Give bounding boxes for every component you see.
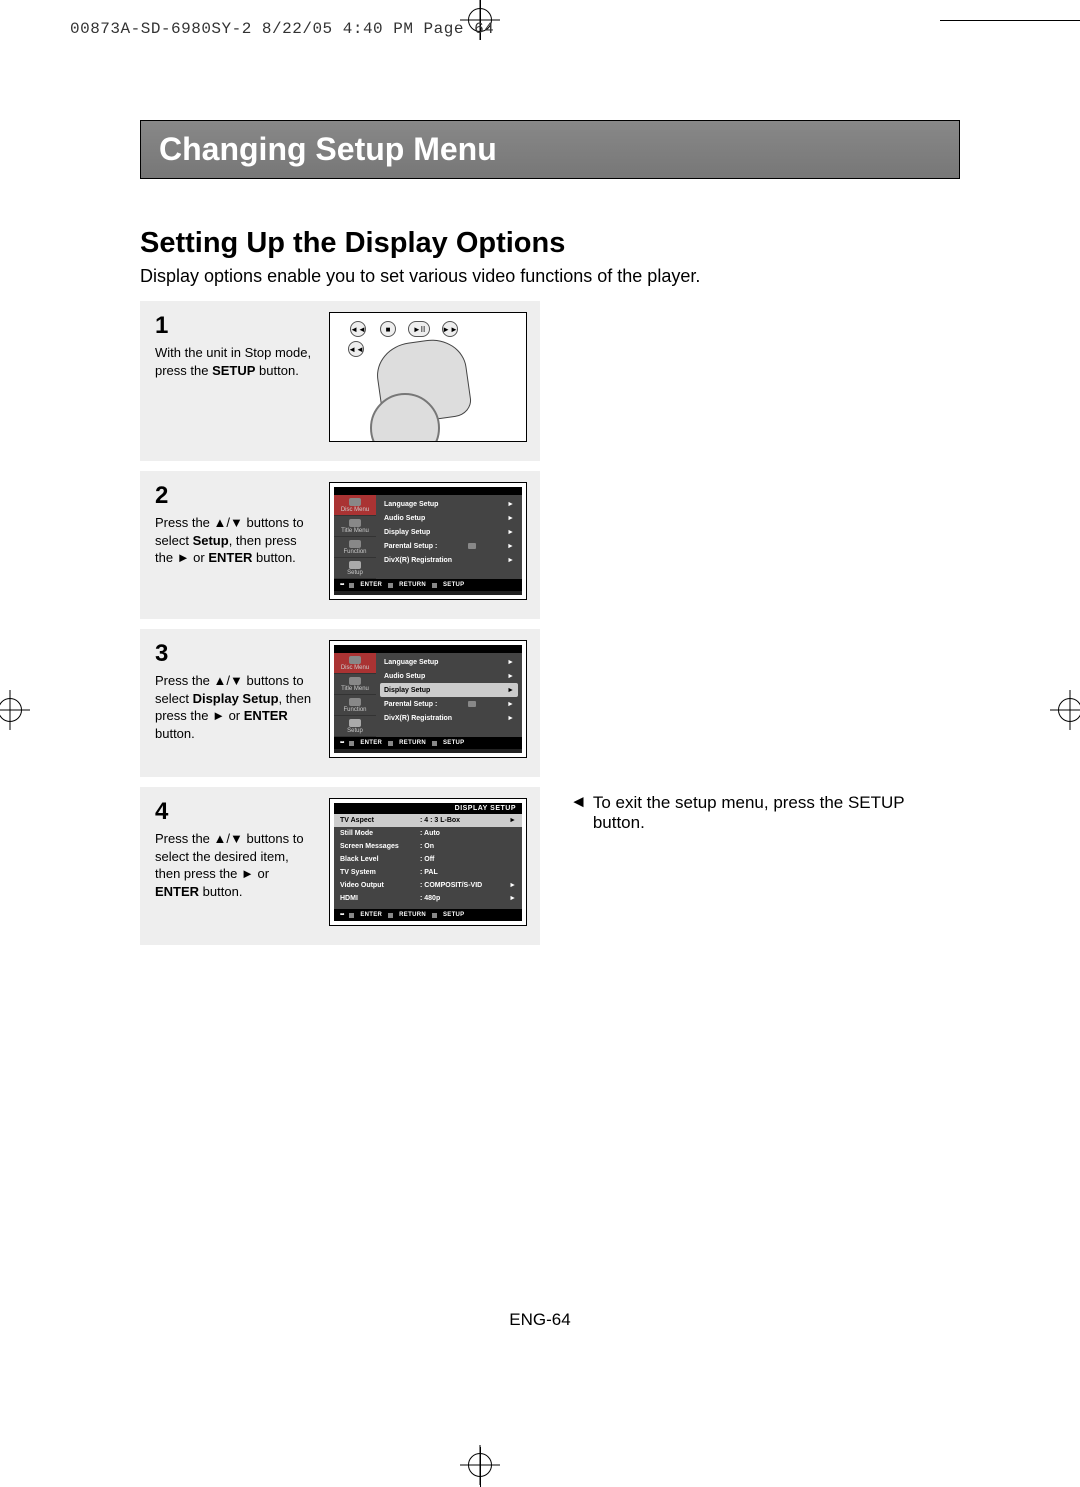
osd-side-label: Setup <box>347 728 363 734</box>
osd-foot-setup: SETUP <box>443 582 465 588</box>
page-content: Changing Setup Menu Setting Up the Displ… <box>140 120 960 955</box>
osd-foot-setup: SETUP <box>443 912 465 918</box>
osd-row-label: Parental Setup : <box>384 701 437 708</box>
padlock-icon <box>468 543 476 549</box>
osd-side-label: Function <box>343 707 366 713</box>
ds-value: : 4 : 3 L-Box <box>420 817 460 824</box>
osd-side-label: Disc Menu <box>341 665 369 671</box>
section-title: Setting Up the Display Options <box>140 227 960 260</box>
osd-foot-return: RETURN <box>399 912 426 918</box>
t: Press the <box>155 673 214 688</box>
step-1-illustration-remote: ◄◄ ■ ►II ►► ◄◄ <box>329 312 527 442</box>
step-1-text: 1 With the unit in Stop mode, press the … <box>155 312 315 442</box>
osd-foot-return: RETURN <box>399 740 426 746</box>
step-number: 2 <box>155 482 315 510</box>
padlock-icon <box>468 701 476 707</box>
osd-side-label: Disc Menu <box>341 507 369 513</box>
b: ENTER <box>244 708 288 723</box>
ds-label: Video Output <box>340 882 420 889</box>
osd-row-label: DivX(R) Registration <box>384 715 452 722</box>
osd-row-label: Parental Setup : <box>384 543 437 550</box>
osd-side-label: Setup <box>347 570 363 576</box>
exit-note: ◄ To exit the setup menu, press the SETU… <box>570 793 913 833</box>
chapter-title-bar: Changing Setup Menu <box>140 120 960 179</box>
ds-value: : PAL <box>420 869 438 876</box>
step-2-osd-screen: Disc Menu Title Menu Function Setup Lang… <box>329 482 527 600</box>
step-3-osd-screen: Disc Menu Title Menu Function Setup Lang… <box>329 640 527 758</box>
ds-label: TV Aspect <box>340 817 420 824</box>
b: Display Setup <box>193 691 279 706</box>
osd-foot-setup: SETUP <box>443 740 465 746</box>
osd-row-label: Language Setup <box>384 659 438 666</box>
chapter-title: Changing Setup Menu <box>159 131 497 167</box>
step-number: 4 <box>155 798 315 826</box>
step-4: 4 Press the ▲/▼ buttons to select the de… <box>140 787 540 945</box>
b: Setup <box>193 533 229 548</box>
ds-value: : Auto <box>420 830 440 837</box>
b: ENTER <box>208 550 252 565</box>
osd-row-label: Display Setup <box>384 687 430 694</box>
step-2-text: 2 Press the ▲/▼ buttons to select Setup,… <box>155 482 315 600</box>
ds-value: : Off <box>420 856 434 863</box>
ds-label: HDMI <box>340 895 420 902</box>
osd-side-label: Title Menu <box>341 686 369 692</box>
t: button. <box>252 550 295 565</box>
ds-label: TV System <box>340 869 420 876</box>
t: Press the <box>155 515 214 530</box>
osd-row-label: Audio Setup <box>384 515 425 522</box>
step-3-text: 3 Press the ▲/▼ buttons to select Displa… <box>155 640 315 758</box>
t: or <box>225 708 244 723</box>
osd-row-label: Language Setup <box>384 501 438 508</box>
t: button. <box>155 726 195 741</box>
t: or <box>254 866 269 881</box>
t: button. <box>199 884 242 899</box>
osd-foot-enter: ENTER <box>360 912 382 918</box>
exit-note-text: To exit the setup menu, press the SETUP … <box>593 793 913 833</box>
osd-foot-enter: ENTER <box>360 582 382 588</box>
step-number: 3 <box>155 640 315 668</box>
ds-label: Screen Messages <box>340 843 420 850</box>
t: Press the <box>155 831 214 846</box>
b: ENTER <box>155 884 199 899</box>
ds-label: Black Level <box>340 856 420 863</box>
step-4-osd-screen: DISPLAY SETUP TV Aspect: 4 : 3 L-Box► St… <box>329 798 527 926</box>
t: or <box>190 550 209 565</box>
step-1-desc-b: button. <box>255 363 298 378</box>
osd-side-label: Function <box>343 549 366 555</box>
step-number: 1 <box>155 312 315 340</box>
step-1-bold: SETUP <box>212 363 255 378</box>
step-1: 1 With the unit in Stop mode, press the … <box>140 301 540 461</box>
osd-row-label: Display Setup <box>384 529 430 536</box>
osd-side-label: Title Menu <box>341 528 369 534</box>
pointer-left-icon: ◄ <box>570 793 587 833</box>
osd-foot-enter: ENTER <box>360 740 382 746</box>
ds-value: : 480p <box>420 895 440 902</box>
step-4-text: 4 Press the ▲/▼ buttons to select the de… <box>155 798 315 926</box>
osd-row-label: Audio Setup <box>384 673 425 680</box>
page-number: ENG-64 <box>0 1310 1080 1330</box>
osd-foot-return: RETURN <box>399 582 426 588</box>
step-2: 2 Press the ▲/▼ buttons to select Setup,… <box>140 471 540 619</box>
display-setup-title: DISPLAY SETUP <box>334 803 522 814</box>
ds-value: : COMPOSIT/S-VID <box>420 882 482 889</box>
ds-label: Still Mode <box>340 830 420 837</box>
section-intro: Display options enable you to set variou… <box>140 266 960 287</box>
ds-value: : On <box>420 843 434 850</box>
osd-row-label: DivX(R) Registration <box>384 557 452 564</box>
imposition-header: 00873A-SD-6980SY-2 8/22/05 4:40 PM Page … <box>70 20 494 38</box>
step-3: 3 Press the ▲/▼ buttons to select Displa… <box>140 629 540 777</box>
